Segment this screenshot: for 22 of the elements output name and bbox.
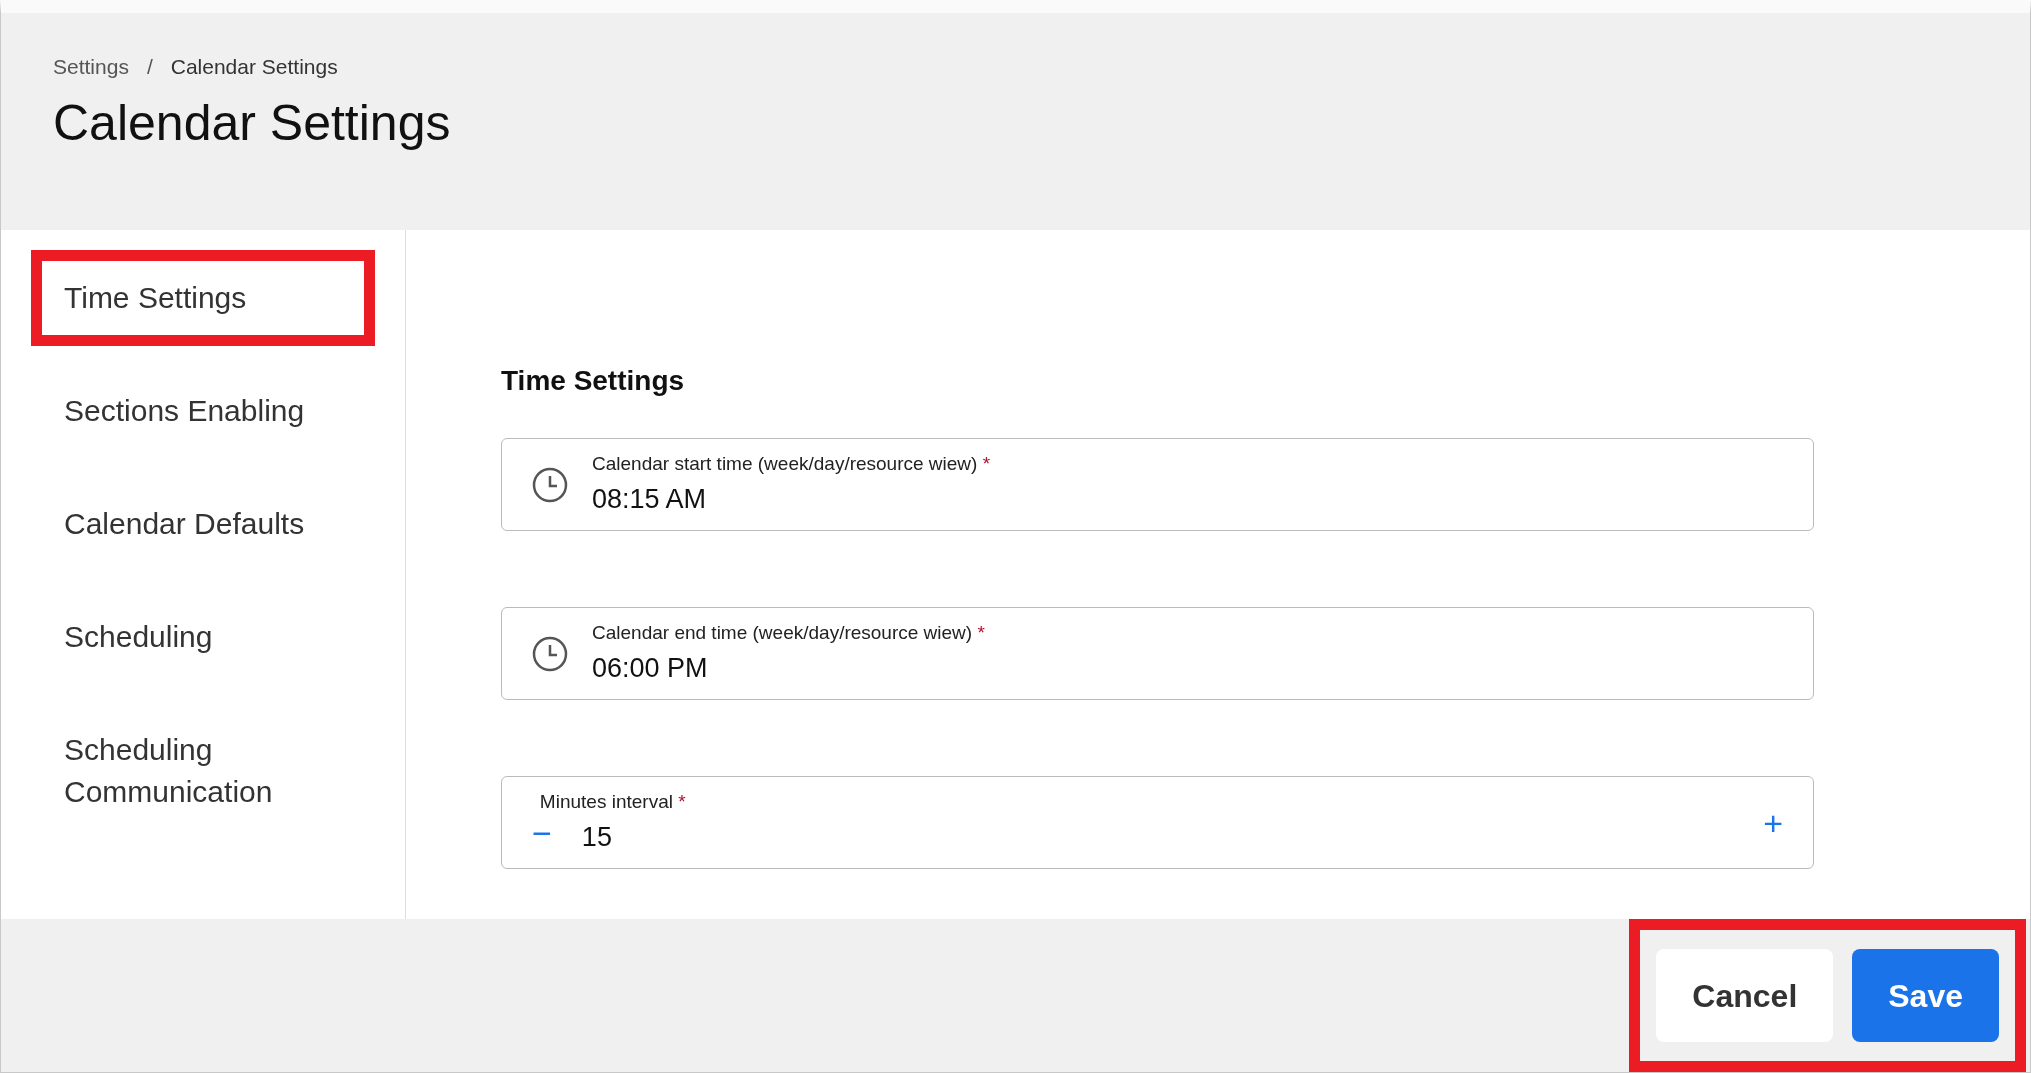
breadcrumb-separator: / xyxy=(146,54,153,80)
field-label: Calendar end time (week/day/resource wiew) * xyxy=(592,621,986,645)
increment-button[interactable]: + xyxy=(1763,805,1783,840)
sidebar-item[interactable]: Time Settings xyxy=(31,250,375,346)
sidebar-item[interactable]: Sections Enabling xyxy=(31,363,375,459)
cancel-button[interactable]: Cancel xyxy=(1656,949,1834,1042)
breadcrumb-link[interactable]: Settings xyxy=(53,51,129,83)
field-label: Calendar start time (week/day/resource wiew) * xyxy=(592,452,992,476)
clock-icon xyxy=(532,466,568,503)
breadcrumb-current: Calendar Settings xyxy=(170,54,338,80)
time-field[interactable]: Calendar start time (week/day/resource wiew) * 08:15 AM xyxy=(501,438,1814,531)
field-label: Minutes interval * xyxy=(539,790,687,814)
number-stepper-field[interactable]: − Minutes interval * 15 + xyxy=(501,776,1814,869)
sidebar-item[interactable]: Scheduling xyxy=(31,589,375,685)
sidebar-item[interactable]: Scheduling Communication xyxy=(31,702,375,840)
clock-icon xyxy=(532,635,568,672)
decrement-button[interactable]: − xyxy=(532,815,552,850)
sidebar-item[interactable]: Calendar Defaults xyxy=(31,476,375,572)
save-button[interactable]: Save xyxy=(1852,949,1999,1042)
time-field[interactable]: Calendar end time (week/day/resource wiew) * 06:00 PM xyxy=(501,607,1814,700)
page-title: Calendar Settings xyxy=(53,93,452,153)
section-title: Time Settings xyxy=(501,364,686,398)
